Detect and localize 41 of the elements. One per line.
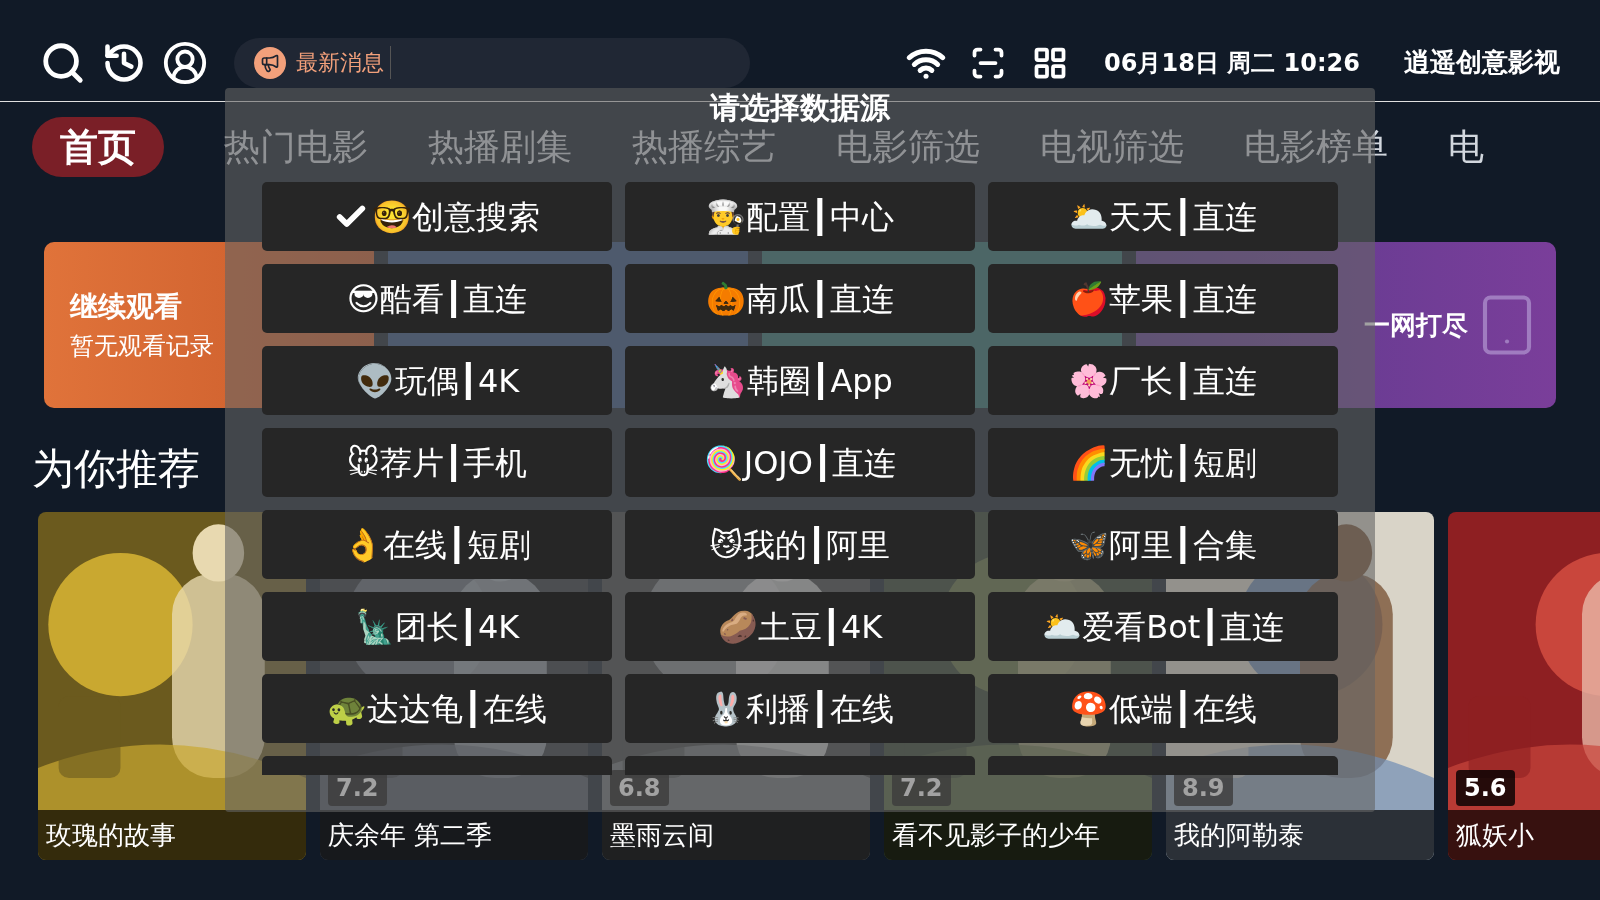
source-button[interactable]: 🌈无忧┃短剧	[988, 428, 1338, 497]
dialog-title: 请选择数据源	[710, 91, 890, 125]
rating-badge: 5.6	[1456, 770, 1515, 806]
source-button[interactable]: 🍄低端┃在线	[988, 674, 1338, 743]
source-button[interactable]: 🌸厂长┃直连	[988, 346, 1338, 415]
source-button[interactable]: 🦋阿里┃合集	[988, 510, 1338, 579]
continue-title: 继续观看	[70, 289, 182, 325]
source-button[interactable]: 😎酷看┃直连	[262, 264, 612, 333]
poster-title: 墨雨云间	[610, 818, 714, 852]
source-button[interactable]: 🐢达达龟┃在线	[262, 674, 612, 743]
source-button[interactable]: 🐰利播┃在线	[625, 674, 975, 743]
source-button[interactable]: 🍎苹果┃直连	[988, 264, 1338, 333]
app-name: 逍遥创意影视	[1404, 46, 1560, 79]
datetime: 06月18日 周二 10:26	[1104, 47, 1360, 79]
source-button[interactable]: 🌥天天┃直连	[988, 182, 1338, 251]
source-button[interactable]: 🐭荐片┃手机	[262, 428, 612, 497]
user-icon[interactable]	[162, 39, 208, 86]
notice-text: 最新消息	[296, 46, 391, 79]
poster-title: 玫瑰的故事	[46, 818, 176, 852]
nav-tab[interactable]: 电	[1448, 117, 1484, 177]
source-button[interactable]: 🗽团长┃4K	[262, 592, 612, 661]
source-button[interactable]: 👽玩偶┃4K	[262, 346, 612, 415]
source-button[interactable]: 😼我的┃阿里	[625, 510, 975, 579]
poster-title: 看不见影子的少年	[892, 818, 1100, 852]
live-text: 一网打尽	[1364, 308, 1468, 342]
source-button[interactable]: 🥔土豆┃4K	[625, 592, 975, 661]
source-button[interactable]: 🌥爱看Bot┃直连	[988, 592, 1338, 661]
source-button[interactable]: 🤓创意搜索	[262, 182, 612, 251]
poster-title: 我的阿勒泰	[1174, 818, 1304, 852]
source-button[interactable]: 👨‍🍳配置┃中心	[625, 182, 975, 251]
nav-tab[interactable]: 首页	[32, 117, 164, 177]
source-button[interactable]: 👌在线┃短剧	[262, 510, 612, 579]
section-title: 为你推荐	[32, 442, 200, 495]
notice-bar[interactable]: 最新消息	[234, 37, 750, 88]
poster-title: 狐妖小	[1456, 818, 1534, 852]
poster-title: 庆余年 第二季	[328, 818, 493, 852]
continue-subtitle: 暂无观看记录	[70, 331, 214, 362]
source-button[interactable]: 🍭JOJO┃直连	[625, 428, 975, 497]
source-button[interactable]: 🎃南瓜┃直连	[625, 264, 975, 333]
megaphone-icon	[254, 46, 286, 79]
source-button[interactable]: 🦄韩圈┃App	[625, 346, 975, 415]
